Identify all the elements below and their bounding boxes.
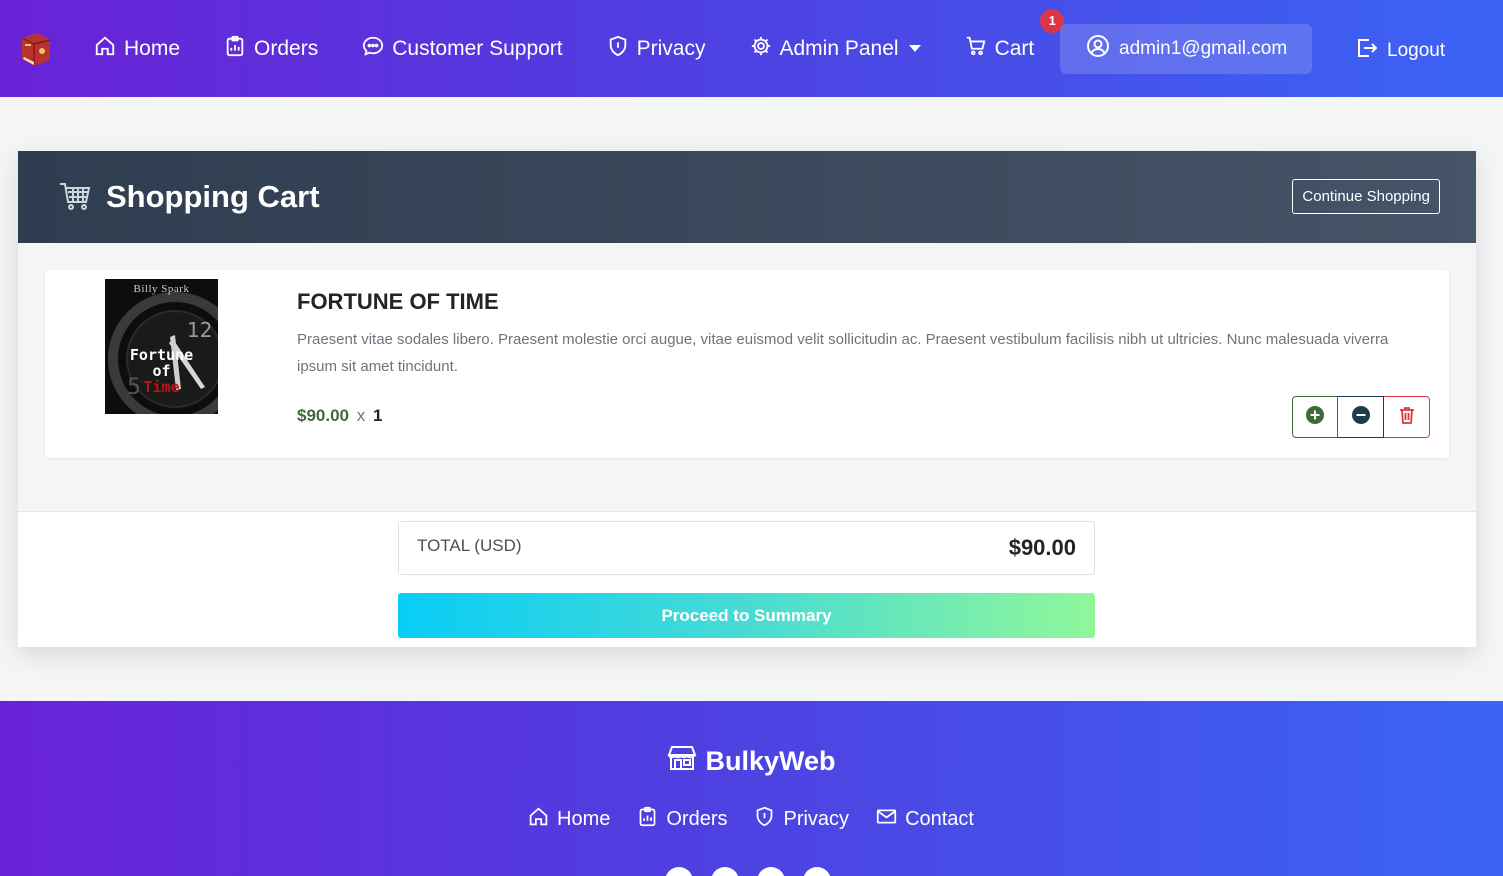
footer-link-label: Contact	[905, 808, 974, 830]
shield-icon	[754, 806, 775, 833]
footer-link-orders[interactable]: Orders	[637, 806, 727, 833]
cart-item: 12 5 Billy Spark Fortune of Time FORTUNE…	[45, 270, 1449, 458]
shop-icon	[667, 743, 697, 780]
nav-cart[interactable]: Cart 1	[965, 8, 1065, 63]
footer-link-label: Privacy	[783, 808, 850, 830]
nav-admin-label: Admin Panel	[779, 36, 899, 60]
nav-privacy-label: Privacy	[636, 36, 706, 60]
nav-orders[interactable]: Orders	[224, 35, 318, 63]
logout-label: Logout	[1387, 40, 1446, 61]
footer-brand[interactable]: BulkyWeb	[0, 743, 1503, 780]
book-cover-title-line-2: of	[152, 362, 171, 380]
svg-text:12: 12	[187, 318, 212, 342]
cart-header: Shopping Cart Continue Shopping	[18, 151, 1476, 243]
person-circle-icon	[1086, 34, 1110, 64]
footer-link-label: Home	[557, 808, 611, 830]
item-title: FORTUNE OF TIME	[297, 289, 499, 314]
clipboard-data-icon	[224, 35, 246, 63]
item-action-buttons	[1292, 396, 1430, 438]
cart-icon	[965, 35, 987, 63]
nav-support-label: Customer Support	[392, 36, 563, 60]
book-cover-title-line-3: Time	[143, 378, 180, 396]
remove-item-button[interactable]	[1384, 396, 1430, 438]
footer-link-contact[interactable]: Contact	[876, 806, 974, 833]
item-price-row: $90.00 x 1	[297, 406, 382, 426]
envelope-icon	[876, 806, 897, 833]
footer-link-home[interactable]: Home	[528, 806, 610, 833]
book-cover-title-line-1: Fortune	[129, 346, 194, 364]
clipboard-data-icon	[637, 806, 658, 833]
footer-link-label: Orders	[666, 808, 728, 830]
item-description: Praesent vitae sodales libero. Praesent …	[297, 331, 1389, 375]
order-total-box: TOTAL (USD) $90.00	[398, 521, 1095, 575]
top-navbar: Home Orders Customer Support Privacy Adm…	[0, 0, 1503, 97]
caret-down-icon	[908, 45, 921, 52]
decrease-quantity-button[interactable]	[1338, 396, 1384, 438]
shield-icon	[607, 35, 629, 63]
linkedin-icon[interactable]	[803, 867, 831, 876]
trash-icon	[1397, 405, 1417, 430]
dash-circle-icon	[1351, 405, 1371, 430]
footer-links: Home Orders Privacy Contact	[528, 806, 974, 833]
logout-icon	[1355, 36, 1379, 66]
nav-home[interactable]: Home	[94, 35, 180, 63]
social-icons	[665, 867, 831, 876]
facebook-icon[interactable]	[665, 867, 693, 876]
plus-circle-icon	[1305, 405, 1325, 430]
gear-icon	[750, 35, 772, 63]
site-footer: BulkyWeb Home Orders Privacy Contact	[0, 701, 1503, 876]
shopping-cart-card: Shopping Cart Continue Shopping 12 5 Bil…	[18, 151, 1476, 647]
item-price: $90.00	[297, 406, 349, 425]
chat-dots-icon	[362, 35, 384, 63]
continue-shopping-button[interactable]: Continue Shopping	[1292, 179, 1440, 214]
book-cover-author: Billy Spark	[133, 283, 190, 295]
item-quantity: 1	[372, 406, 383, 425]
nav-admin-panel-dropdown[interactable]: Admin Panel	[750, 35, 921, 63]
footer-link-privacy[interactable]: Privacy	[754, 806, 849, 833]
total-value: $90.00	[1008, 535, 1076, 560]
cart-title: Shopping Cart	[106, 179, 320, 214]
item-times-sign: x	[356, 406, 366, 425]
x-twitter-icon[interactable]	[711, 867, 739, 876]
cart-items-area: 12 5 Billy Spark Fortune of Time FORTUNE…	[18, 243, 1476, 512]
book-cover-image[interactable]: 12 5 Billy Spark Fortune of Time	[105, 279, 218, 414]
house-icon	[528, 806, 549, 833]
increase-quantity-button[interactable]	[1292, 396, 1338, 438]
footer-brand-name: BulkyWeb	[705, 746, 836, 776]
house-icon	[94, 35, 116, 63]
nav-home-label: Home	[124, 36, 181, 60]
nav-customer-support[interactable]: Customer Support	[362, 35, 563, 63]
instagram-icon[interactable]	[757, 867, 785, 876]
book-logo-icon[interactable]	[16, 30, 54, 68]
book-cover-title: Fortune of Time	[105, 347, 218, 395]
proceed-to-summary-button[interactable]: Proceed to Summary	[398, 593, 1095, 638]
nav-privacy[interactable]: Privacy	[607, 35, 706, 63]
nav-orders-label: Orders	[254, 36, 319, 60]
user-email: admin1@gmail.com	[1119, 38, 1288, 59]
nav-cart-label: Cart	[994, 36, 1035, 60]
cart-header-icon	[58, 178, 92, 217]
user-account-button[interactable]: admin1@gmail.com	[1060, 24, 1312, 74]
total-label: TOTAL (USD)	[417, 536, 522, 555]
logout-button[interactable]: Logout	[1355, 36, 1445, 66]
